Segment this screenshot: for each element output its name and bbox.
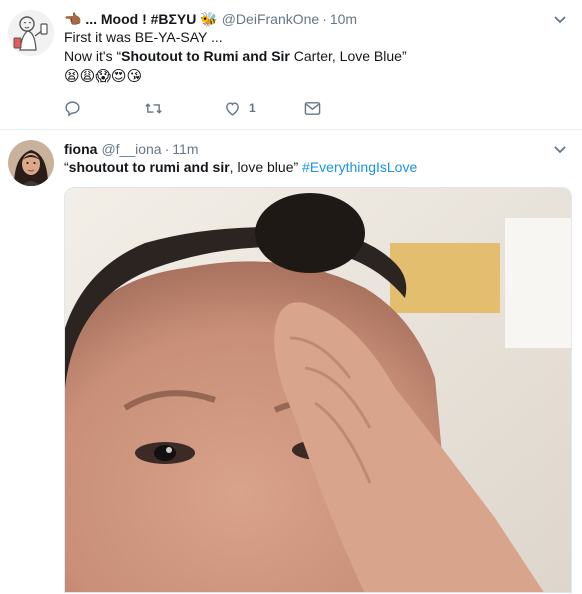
tweet-media-photo[interactable] [64, 187, 572, 593]
username[interactable]: @f__iona [101, 140, 161, 158]
like-button[interactable]: 1 [224, 100, 304, 117]
tweet-content: 👈🏾 ... Mood ! #BΣYU 🐝 @DeiFrankOne · 10m… [64, 10, 570, 129]
reply-icon [65, 100, 80, 117]
text-bold: Shoutout to Rumi and Sir [121, 48, 290, 64]
direct-message-button[interactable] [304, 101, 384, 116]
separator: · [322, 11, 327, 27]
username[interactable]: @DeiFrankOne [222, 10, 319, 28]
timeline-feed: 👈🏾 ... Mood ! #BΣYU 🐝 @DeiFrankOne · 10m… [0, 0, 582, 594]
tweet-header: 👈🏾 ... Mood ! #BΣYU 🐝 @DeiFrankOne · 10m [64, 10, 570, 28]
tweet-text-line: First it was BE-YA-SAY ... [64, 29, 223, 45]
envelope-icon [304, 101, 321, 115]
tweet-header: fiona @f__iona · 11m [64, 140, 570, 158]
heart-icon [226, 101, 239, 116]
chevron-down-icon[interactable] [552, 12, 568, 28]
tweet-text-line: Now it's “Shoutout to Rumi and Sir Carte… [64, 47, 570, 66]
selfie-photo-image [65, 188, 571, 592]
tweet-text: First it was BE-YA-SAY ... Now it's “Sho… [64, 28, 570, 86]
retweet-icon [145, 102, 162, 114]
text-segment: Now it's “ [64, 48, 122, 64]
timestamp[interactable]: 11m [172, 140, 198, 158]
tweet-text: “shoutout to rumi and sir, love blue” #E… [64, 158, 570, 177]
avatar[interactable] [8, 10, 54, 56]
tweet[interactable]: fiona @f__iona · 11m “shoutout to rumi a… [0, 130, 582, 594]
chevron-down-icon[interactable] [552, 142, 568, 158]
profile-photo-icon [8, 140, 54, 186]
tweet-actions: 1 [64, 98, 570, 118]
separator: · [164, 141, 170, 157]
display-name[interactable]: 👈🏾 ... Mood ! #BΣYU 🐝 [64, 10, 218, 28]
reply-button[interactable] [64, 100, 144, 117]
text-segment: , love blue” [229, 159, 303, 175]
tweet-content: fiona @f__iona · 11m “shoutout to rumi a… [64, 140, 572, 594]
text-bold: shoutout to rumi and sir [68, 159, 230, 175]
cartoon-avatar-icon [8, 10, 54, 56]
tweet[interactable]: 👈🏾 ... Mood ! #BΣYU 🐝 @DeiFrankOne · 10m… [0, 0, 582, 130]
display-name[interactable]: fiona [64, 140, 97, 158]
retweet-button[interactable] [144, 100, 224, 117]
hashtag-link[interactable]: #EverythingIsLove [302, 159, 417, 175]
text-segment: Carter, Love Blue” [289, 48, 407, 64]
like-count: 1 [249, 101, 256, 115]
emoji-line: 😫😩😱😍😘 [64, 67, 143, 85]
timestamp[interactable]: 10m [330, 10, 357, 28]
avatar[interactable] [8, 140, 54, 186]
